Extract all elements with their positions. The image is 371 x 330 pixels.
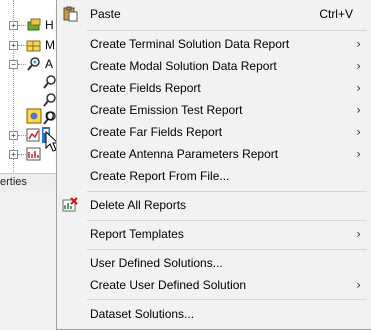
mesh-icon bbox=[26, 40, 41, 52]
submenu-arrow-icon: › bbox=[356, 227, 361, 241]
menu-item-label: Create Antenna Parameters Report bbox=[90, 147, 279, 161]
project-tree: + H + M − A O + + bbox=[0, 0, 60, 172]
delete-reports-icon bbox=[62, 197, 78, 212]
properties-panel bbox=[0, 191, 60, 330]
menu-item-label: Create Emission Test Report bbox=[90, 103, 243, 117]
menu-item-label: Create Modal Solution Data Report bbox=[90, 59, 277, 73]
menu-item-create-emission-test-report[interactable]: Create Emission Test Report › bbox=[57, 99, 371, 121]
menu-separator bbox=[87, 249, 367, 250]
menu-item-label: User Defined Solutions... bbox=[90, 256, 223, 270]
menu-separator bbox=[87, 191, 367, 192]
hfss-boundaries-icon bbox=[27, 18, 41, 31]
expand-icon[interactable]: + bbox=[9, 150, 18, 159]
menu-item-create-report-from-file[interactable]: Create Report From File... bbox=[57, 165, 371, 187]
optimetrics-icon bbox=[26, 108, 42, 124]
menu-item-label: Create Far Fields Report bbox=[90, 125, 223, 139]
menu-item-label: Paste bbox=[90, 7, 121, 21]
menu-item-create-far-fields-report[interactable]: Create Far Fields Report › bbox=[57, 121, 371, 143]
shortcut-text: Ctrl+V bbox=[319, 7, 353, 21]
collapse-icon[interactable]: − bbox=[9, 60, 18, 69]
menu-item-label: Create Terminal Solution Data Report bbox=[90, 37, 290, 51]
properties-tab[interactable]: erties bbox=[0, 173, 60, 192]
menu-item-label: Create Fields Report bbox=[90, 81, 201, 95]
menu-separator bbox=[87, 30, 367, 31]
menu-item-create-antenna-parameters-report[interactable]: Create Antenna Parameters Report › bbox=[57, 143, 371, 165]
submenu-arrow-icon: › bbox=[356, 147, 361, 161]
tree-node-h[interactable]: + H bbox=[0, 17, 60, 33]
tree-node-label: O bbox=[45, 109, 55, 123]
menu-item-user-defined-solutions[interactable]: User Defined Solutions... bbox=[57, 252, 371, 274]
tree-subnode[interactable] bbox=[0, 92, 60, 108]
submenu-arrow-icon: › bbox=[356, 103, 361, 117]
menu-separator bbox=[87, 299, 367, 300]
submenu-arrow-icon: › bbox=[356, 278, 361, 292]
menu-item-label: Dataset Solutions... bbox=[90, 307, 195, 321]
menu-item-create-fields-report[interactable]: Create Fields Report › bbox=[57, 77, 371, 99]
context-menu: Paste Ctrl+V Create Terminal Solution Da… bbox=[56, 0, 371, 330]
reports-icon bbox=[26, 147, 41, 161]
submenu-arrow-icon: › bbox=[356, 81, 361, 95]
menu-item-create-terminal-solution-data-report[interactable]: Create Terminal Solution Data Report › bbox=[57, 33, 371, 55]
tree-node-a[interactable]: − A bbox=[0, 56, 60, 72]
menu-separator bbox=[87, 220, 367, 221]
expand-icon[interactable]: + bbox=[9, 21, 18, 30]
tree-subnode[interactable] bbox=[0, 74, 60, 90]
tree-node-o[interactable]: O bbox=[0, 108, 60, 124]
expand-icon[interactable]: + bbox=[9, 131, 18, 140]
expand-icon[interactable]: + bbox=[9, 41, 18, 50]
submenu-arrow-icon: › bbox=[356, 59, 361, 73]
menu-item-label: Report Templates bbox=[90, 227, 184, 241]
menu-item-create-modal-solution-data-report[interactable]: Create Modal Solution Data Report › bbox=[57, 55, 371, 77]
tree-node-m[interactable]: + M bbox=[0, 37, 60, 53]
results-icon bbox=[26, 128, 40, 142]
properties-tab-label: erties bbox=[0, 176, 27, 188]
tree-node-label: A bbox=[45, 57, 54, 71]
submenu-arrow-icon: › bbox=[356, 125, 361, 139]
menu-item-label: Create Report From File... bbox=[90, 169, 230, 183]
menu-item-create-user-defined-solution[interactable]: Create User Defined Solution › bbox=[57, 274, 371, 296]
submenu-arrow-icon: › bbox=[356, 37, 361, 51]
tree-node-label: H bbox=[45, 18, 54, 32]
menu-item-label: Create User Defined Solution bbox=[90, 278, 247, 292]
menu-item-dataset-solutions[interactable]: Dataset Solutions... bbox=[57, 303, 371, 325]
menu-item-label: Delete All Reports bbox=[90, 198, 187, 212]
tree-node-label: M bbox=[45, 38, 55, 52]
paste-icon bbox=[63, 6, 78, 22]
menu-item-delete-all-reports[interactable]: Delete All Reports bbox=[57, 194, 371, 216]
analysis-icon bbox=[27, 57, 40, 71]
menu-item-paste[interactable]: Paste Ctrl+V bbox=[57, 3, 371, 25]
menu-item-report-templates[interactable]: Report Templates › bbox=[57, 223, 371, 245]
